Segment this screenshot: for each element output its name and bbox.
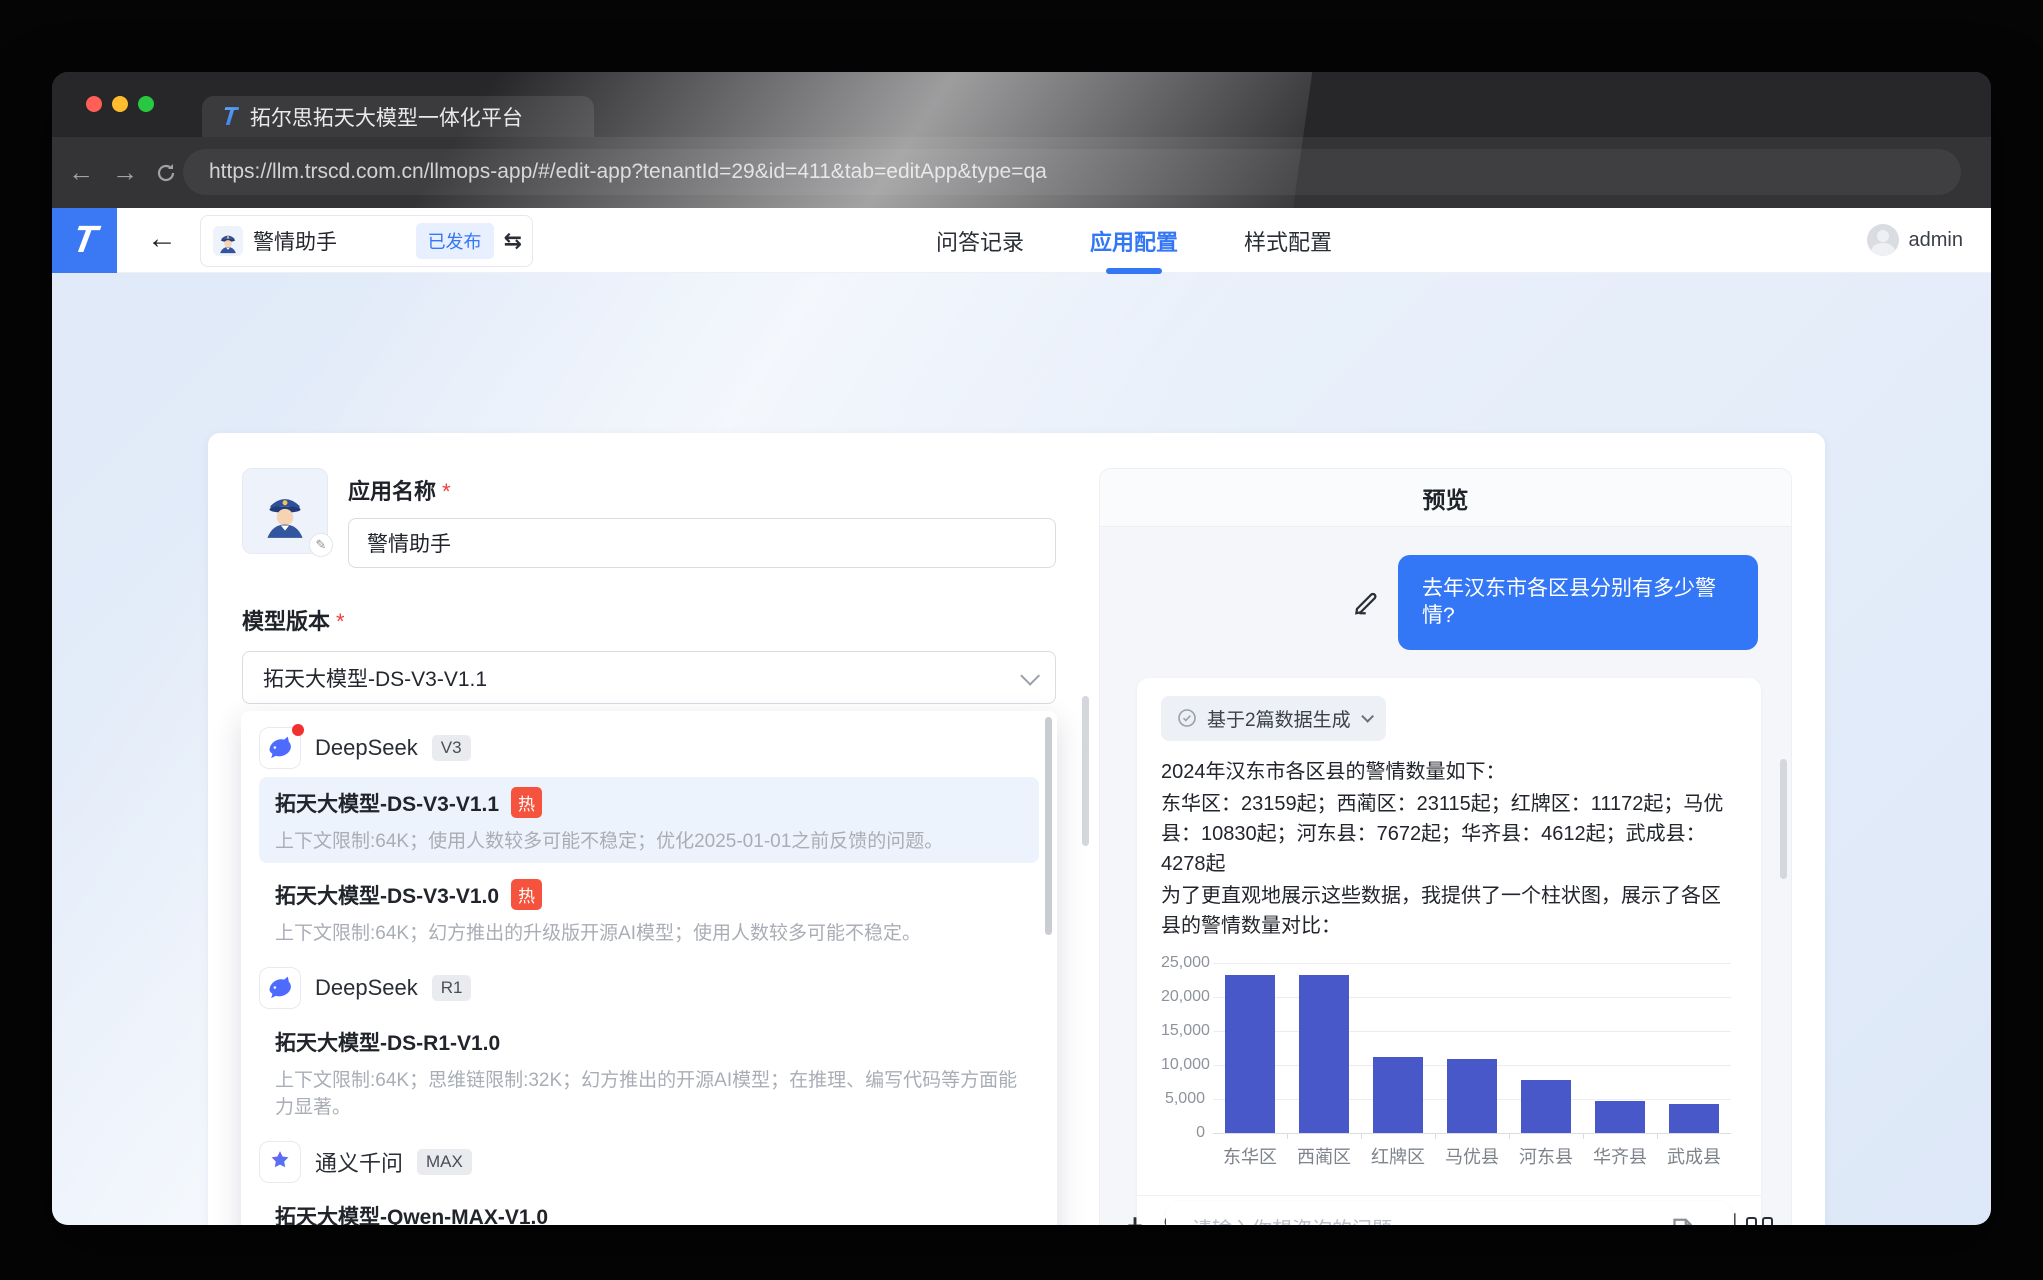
chart-x-label: 武成县 bbox=[1657, 1143, 1731, 1169]
chart-x-tick bbox=[1435, 1133, 1436, 1139]
model-version-label: 模型版本* bbox=[242, 604, 345, 636]
chart-bar-西蔺区 bbox=[1299, 975, 1349, 1132]
chart-x-label: 西蔺区 bbox=[1287, 1143, 1361, 1169]
dropdown-scrollbar[interactable] bbox=[1045, 717, 1052, 935]
app-avatar-upload[interactable]: ✎ bbox=[242, 468, 328, 554]
answer-paragraph-1: 2024年汉东市各区县的警情数量如下： bbox=[1161, 757, 1737, 787]
app-name-text: 警情助手 bbox=[253, 226, 406, 256]
chart-bar-河东县 bbox=[1521, 1080, 1571, 1132]
upload-file-icon[interactable] bbox=[1667, 1216, 1697, 1225]
chart-x-label: 东华区 bbox=[1213, 1143, 1287, 1169]
platform-logo[interactable]: T bbox=[52, 208, 117, 273]
account-area[interactable]: admin bbox=[1867, 224, 1963, 256]
published-status-badge: 已发布 bbox=[416, 223, 494, 259]
tab-qa-records[interactable]: 问答记录 bbox=[932, 225, 1028, 257]
app-viewport: T ← 警情助手 已发布 ⇆ 问答记录 应用配置 样式配置 admin bbox=[52, 208, 1991, 1225]
model-group-deepseek-v3: DeepSeek V3 bbox=[259, 725, 1039, 771]
chart-x-tick bbox=[1509, 1133, 1510, 1139]
model-option-qwen-max-v1-0[interactable]: 拓天大模型-Qwen-MAX-V1.0 上下文限制:128K；通义千问推出的最强… bbox=[259, 1191, 1039, 1225]
edit-avatar-pencil-icon[interactable]: ✎ bbox=[309, 533, 333, 557]
chart-x-tick bbox=[1657, 1133, 1658, 1139]
chevron-down-icon bbox=[1020, 665, 1040, 685]
chart-bar-华齐县 bbox=[1595, 1101, 1645, 1132]
app-name-box[interactable]: 警情助手 已发布 ⇆ bbox=[200, 215, 533, 267]
chart-gridline bbox=[1213, 1031, 1731, 1032]
chart-gridline bbox=[1213, 997, 1731, 998]
chat-input[interactable] bbox=[1166, 1201, 1732, 1225]
hot-badge: 热 bbox=[511, 787, 542, 818]
switch-app-icon[interactable]: ⇆ bbox=[504, 228, 520, 254]
answer-paragraph-3: 为了更直观地展示这些数据，我提供了一个柱状图，展示了各区县的警情数量对比： bbox=[1161, 881, 1737, 941]
chat-input-bar bbox=[1100, 1178, 1791, 1225]
preview-panel: 预览 去年汉东市各区县分别有多少警情? 基于2篇数据生成 2024年汉东市各区县… bbox=[1099, 468, 1792, 1225]
model-dropdown: DeepSeek V3 拓天大模型-DS-V3-V1.1热 上下文限制:64K；… bbox=[241, 711, 1057, 1225]
chart-y-label: 5,000 bbox=[1161, 1090, 1205, 1108]
username: admin bbox=[1909, 229, 1963, 252]
version-badge: MAX bbox=[417, 1149, 472, 1175]
chart-y-label: 20,000 bbox=[1161, 988, 1205, 1006]
chart-x-label: 河东县 bbox=[1509, 1143, 1583, 1169]
hot-badge: 热 bbox=[511, 879, 542, 910]
chart-bar-马优县 bbox=[1447, 1059, 1497, 1133]
chart-bar-武成县 bbox=[1669, 1104, 1719, 1133]
tab-style-config[interactable]: 样式配置 bbox=[1240, 225, 1336, 257]
apps-grid-icon[interactable] bbox=[1746, 1217, 1773, 1226]
qwen-logo-icon bbox=[259, 1141, 301, 1183]
browser-window: T 拓尔思拓天大模型一体化平台 ← → https://llm.trscd.co… bbox=[52, 72, 1991, 1225]
chart-y-label: 25,000 bbox=[1161, 954, 1205, 972]
chevron-down-icon bbox=[1361, 710, 1374, 723]
version-badge: V3 bbox=[432, 735, 471, 761]
model-option-ds-v3-v1-1[interactable]: 拓天大模型-DS-V3-V1.1热 上下文限制:64K；使用人数较多可能不稳定；… bbox=[259, 777, 1039, 863]
user-message-bubble: 去年汉东市各区县分别有多少警情? bbox=[1398, 555, 1758, 650]
model-version-select[interactable]: 拓天大模型-DS-V3-V1.1 bbox=[242, 651, 1056, 704]
required-asterisk: * bbox=[336, 609, 345, 634]
app-tabs: 问答记录 应用配置 样式配置 bbox=[932, 208, 1336, 273]
chart-gridline bbox=[1213, 963, 1731, 964]
chart-bar-东华区 bbox=[1225, 975, 1275, 1132]
form-scrollbar[interactable] bbox=[1082, 696, 1089, 846]
model-option-ds-v3-v1-0[interactable]: 拓天大模型-DS-V3-V1.0热 上下文限制:64K；幻方推出的升级版开源AI… bbox=[259, 869, 1039, 955]
version-badge: R1 bbox=[432, 975, 472, 1001]
app-name-label: 应用名称* bbox=[348, 474, 451, 506]
t-logo-icon: T bbox=[69, 219, 100, 262]
preview-title: 预览 bbox=[1100, 469, 1791, 527]
chart-x-label: 马优县 bbox=[1435, 1143, 1509, 1169]
answer-paragraph-2: 东华区：23159起；西蔺区：23115起；红牌区：11172起；马优县：108… bbox=[1161, 789, 1737, 879]
model-group-qwen-max: 通义千问 MAX bbox=[259, 1139, 1039, 1185]
chart-x-label: 华齐县 bbox=[1583, 1143, 1657, 1169]
tab-app-config[interactable]: 应用配置 bbox=[1086, 225, 1182, 257]
screenshot-stage: T 拓尔思拓天大模型一体化平台 ← → https://llm.trscd.co… bbox=[0, 0, 2043, 1280]
notification-dot bbox=[292, 724, 304, 736]
app-avatar bbox=[213, 226, 243, 256]
chart-y-label: 15,000 bbox=[1161, 1022, 1205, 1040]
chart-y-label: 0 bbox=[1161, 1124, 1205, 1142]
chart-y-label: 10,000 bbox=[1161, 1056, 1205, 1074]
police-avatar-image bbox=[256, 482, 314, 540]
chart-x-tick bbox=[1583, 1133, 1584, 1139]
deepseek-logo-icon bbox=[259, 967, 301, 1009]
chart-bar-红牌区 bbox=[1373, 1057, 1423, 1133]
app-name-input[interactable] bbox=[348, 518, 1056, 568]
chart-x-label: 红牌区 bbox=[1361, 1143, 1435, 1169]
model-group-deepseek-r1: DeepSeek R1 bbox=[259, 965, 1039, 1011]
required-asterisk: * bbox=[442, 479, 451, 504]
check-circle-icon bbox=[1177, 708, 1197, 728]
model-option-ds-r1-v1-0[interactable]: 拓天大模型-DS-R1-V1.0 上下文限制:64K；思维链限制:32K；幻方推… bbox=[259, 1017, 1039, 1129]
chart-x-tick bbox=[1287, 1133, 1288, 1139]
source-pill[interactable]: 基于2篇数据生成 bbox=[1161, 696, 1386, 741]
chart-x-tick bbox=[1361, 1133, 1362, 1139]
model-version-value: 拓天大模型-DS-V3-V1.1 bbox=[263, 663, 487, 693]
clear-broom-icon[interactable] bbox=[1118, 1213, 1152, 1225]
bar-chart: 0 5,000 10,000 15,000 20,000 25,000 东华区西蔺区红牌区马… bbox=[1161, 955, 1737, 1183]
assistant-answer-card: 基于2篇数据生成 2024年汉东市各区县的警情数量如下： 东华区：23159起；… bbox=[1137, 678, 1761, 1225]
chat-scrollbar[interactable] bbox=[1780, 759, 1787, 879]
deepseek-logo-icon bbox=[259, 727, 301, 769]
avatar bbox=[1867, 224, 1899, 256]
user-message-row: 去年汉东市各区县分别有多少警情? bbox=[1100, 555, 1758, 650]
back-arrow-icon[interactable]: ← bbox=[147, 222, 177, 256]
chart-x-axis bbox=[1213, 1133, 1731, 1134]
edit-question-pencil-icon[interactable] bbox=[1352, 587, 1382, 617]
